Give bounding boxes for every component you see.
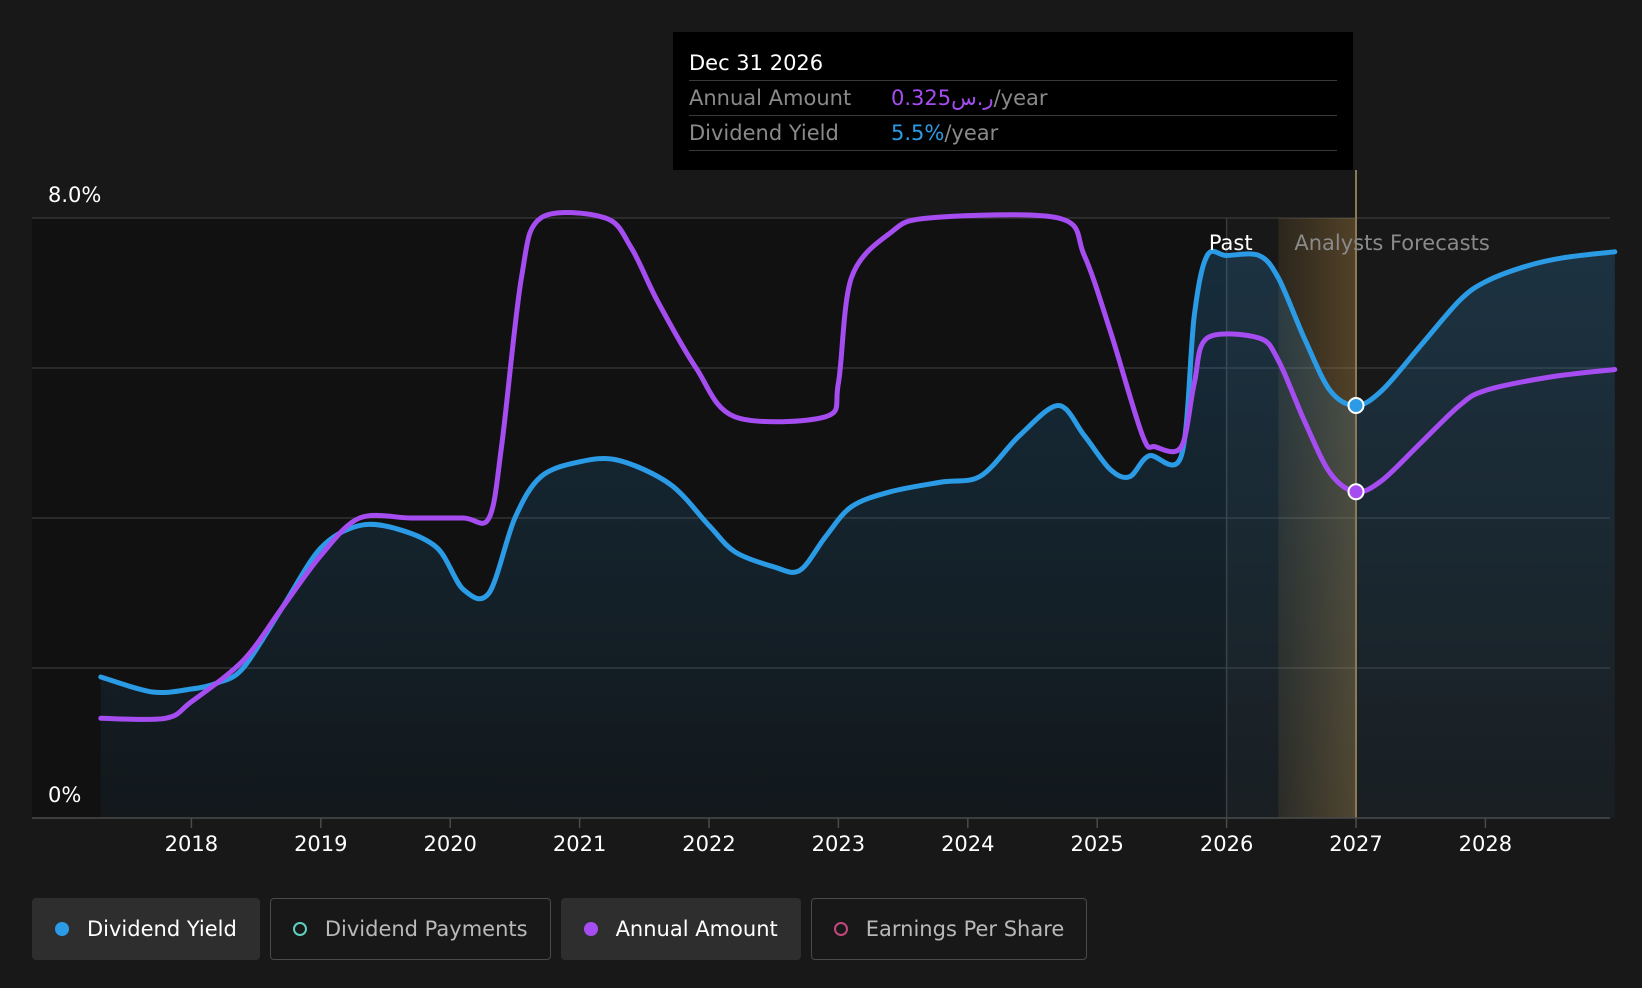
legend-label: Earnings Per Share — [865, 917, 1065, 941]
filled-dot-icon — [55, 922, 69, 936]
y-axis-top-label: 8.0% — [48, 183, 101, 207]
hollow-dot-icon — [292, 922, 307, 936]
legend-dividend-payments[interactable]: Dividend Payments — [269, 898, 551, 960]
x-tick-label: 2020 — [423, 832, 476, 856]
forecast-label: Analysts Forecasts — [1294, 231, 1489, 255]
legend-label: Dividend Payments — [324, 917, 528, 941]
legend-dividend-yield[interactable]: Dividend Yield — [32, 898, 260, 960]
marker-annual-amount — [1347, 483, 1365, 501]
x-tick-label: 2028 — [1459, 832, 1512, 856]
x-tick-label: 2021 — [553, 832, 606, 856]
tooltip-yield-value: 5.5% — [891, 121, 945, 145]
x-tick-label: 2022 — [682, 832, 735, 856]
tooltip-annual-row: Annual Amount 0.325ر.س /year — [689, 81, 1337, 116]
tooltip: Dec 31 2026 Annual Amount 0.325ر.س /year… — [673, 32, 1353, 170]
tooltip-annual-label: Annual Amount — [689, 86, 852, 110]
x-tick-label: 2018 — [165, 832, 218, 856]
legend-label: Dividend Yield — [87, 917, 237, 941]
x-tick-label: 2026 — [1200, 832, 1253, 856]
x-tick-label: 2019 — [294, 832, 347, 856]
y-axis-bottom-label: 0% — [48, 783, 81, 807]
x-tick-label: 2023 — [812, 832, 865, 856]
past-label: Past — [1209, 231, 1253, 255]
legend-annual-amount[interactable]: Annual Amount — [560, 898, 801, 960]
tooltip-annual-value: 0.325ر.س — [891, 86, 994, 110]
x-tick-label: 2024 — [941, 832, 994, 856]
legend: Dividend Yield Dividend Payments Annual … — [32, 898, 1088, 960]
hollow-dot-icon — [833, 922, 848, 936]
marker-dividend-yield — [1347, 397, 1365, 414]
x-tick-label: 2027 — [1329, 832, 1382, 856]
filled-dot-icon — [583, 922, 598, 936]
tooltip-date: Dec 31 2026 — [689, 46, 1337, 81]
x-axis-ticks: 2018 2019 2020 2021 2022 2023 2024 2025 2026 2027… — [165, 818, 1512, 856]
tooltip-yield-label: Dividend Yield — [689, 121, 839, 145]
tooltip-yield-row: Dividend Yield 5.5% /year — [689, 116, 1337, 151]
legend-earnings-per-share[interactable]: Earnings Per Share — [810, 898, 1088, 960]
tooltip-annual-unit: /year — [993, 86, 1048, 110]
legend-label: Annual Amount — [615, 917, 778, 941]
tooltip-yield-unit: /year — [944, 121, 999, 145]
x-tick-label: 2025 — [1070, 832, 1123, 856]
